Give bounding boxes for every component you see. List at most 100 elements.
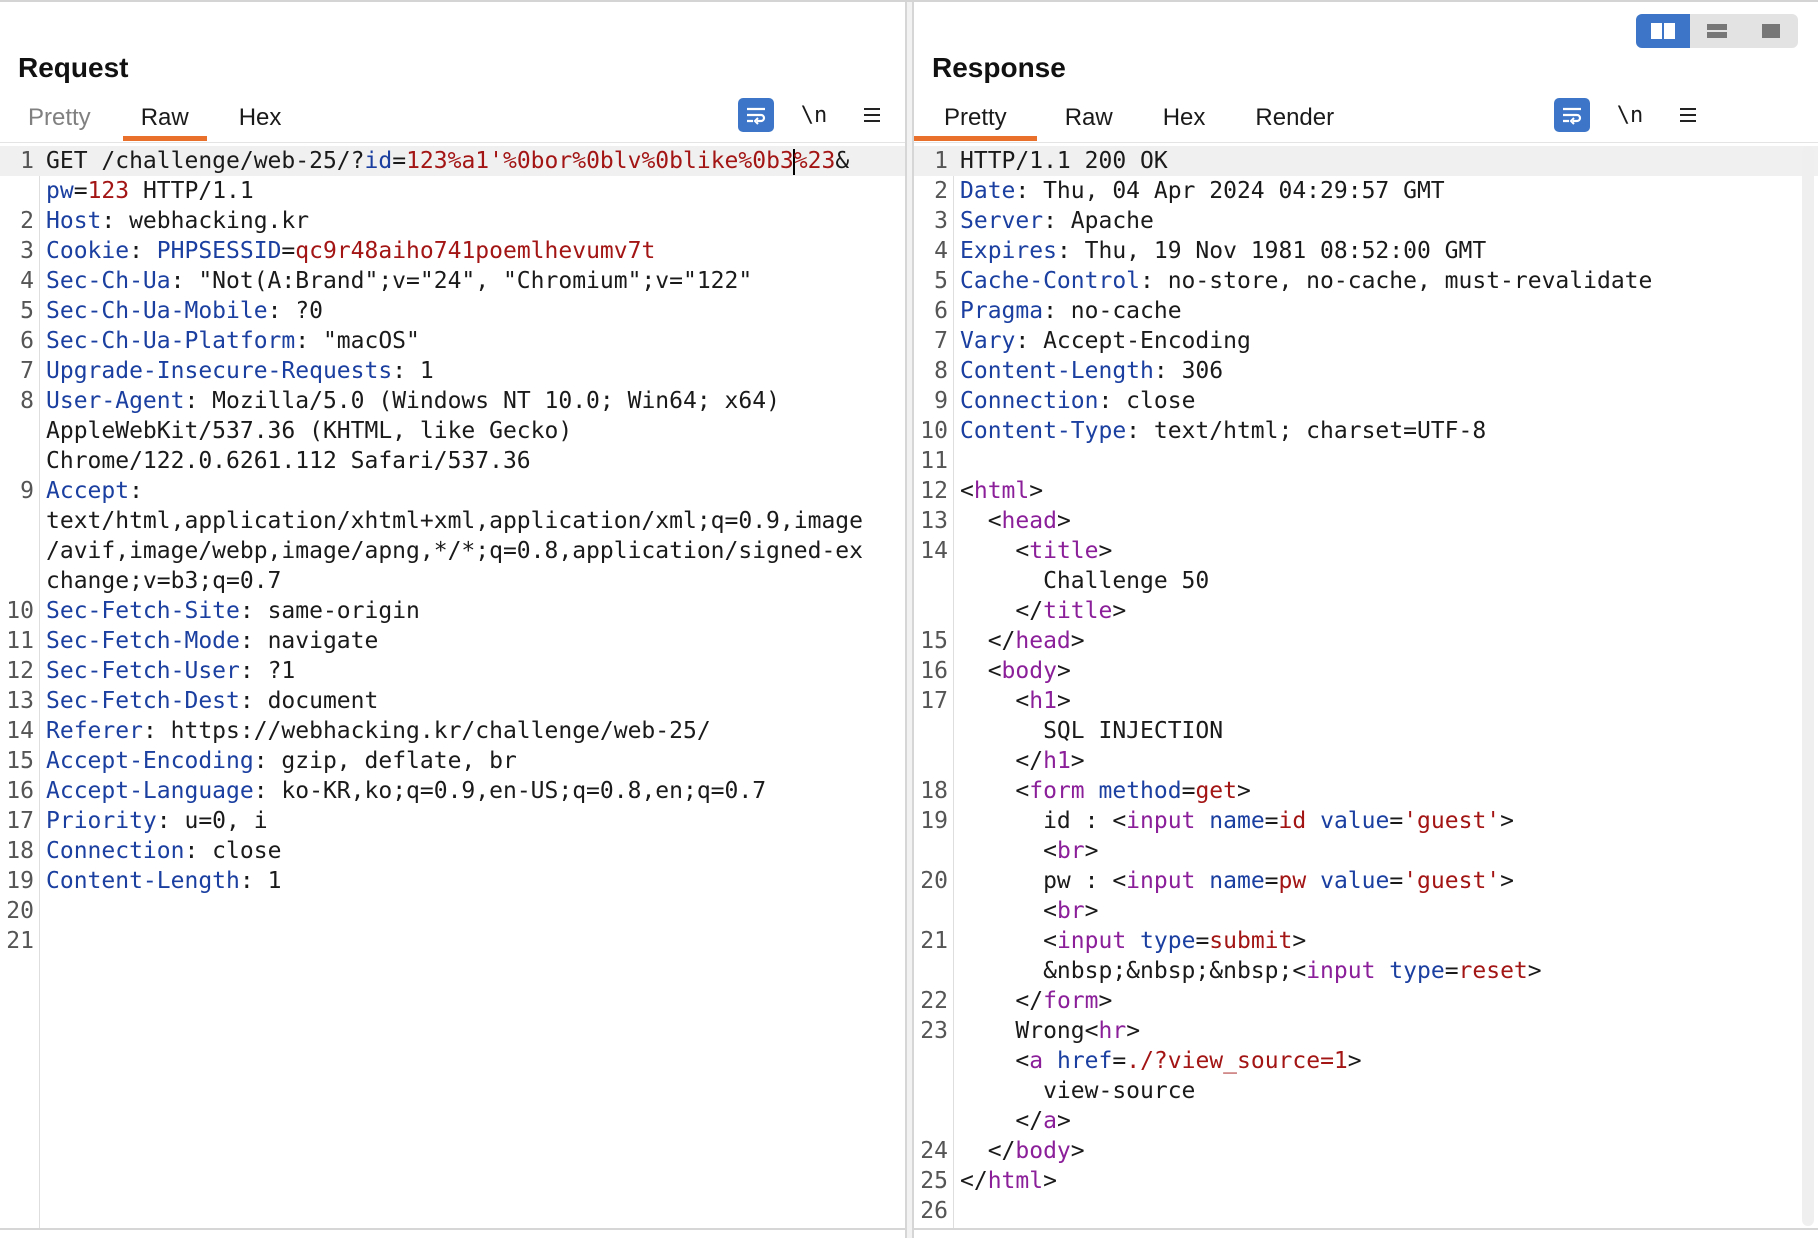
code-line[interactable]: 8 Content-Length: 306 [914,356,1818,386]
response-editor[interactable]: 1 HTTP/1.1 200 OK 2 Date: Thu, 04 Apr 2024 … [914,146,1818,1228]
code-line[interactable]: 25 </html> [914,1166,1818,1196]
show-newlines-button[interactable]: \n [796,98,832,132]
token-text: : gzip, deflate, br [253,748,517,774]
code-line[interactable]: text/html,application/xhtml+xml,applicat… [0,506,905,536]
code-line[interactable]: 11 Sec-Fetch-Mode: navigate [0,626,905,656]
code-line[interactable]: 13 Sec-Fetch-Dest: document [0,686,905,716]
token-text: </ [960,598,1044,624]
menu-icon[interactable] [854,98,890,132]
line-text: pw=123 HTTP/1.1 [46,176,254,206]
code-line[interactable]: 7 Vary: Accept-Encoding [914,326,1818,356]
code-line[interactable]: <br> [914,836,1818,866]
tab-raw[interactable]: Raw [1047,100,1131,138]
tabs-divider [914,142,1818,143]
code-line[interactable]: 19 id : <input name=id value='guest'> [914,806,1818,836]
tab-raw[interactable]: Raw [122,100,207,141]
code-line[interactable]: 4 Expires: Thu, 19 Nov 1981 08:52:00 GMT [914,236,1818,266]
code-line[interactable]: 17 Priority: u=0, i [0,806,905,836]
wrap-lines-icon[interactable] [1554,98,1590,132]
code-line[interactable]: 12 <html> [914,476,1818,506]
code-line[interactable]: 9 Accept: [0,476,905,506]
code-line[interactable]: 3 Server: Apache [914,206,1818,236]
line-number: 16 [920,658,948,684]
code-line[interactable]: 24 </body> [914,1136,1818,1166]
code-line[interactable]: 5 Cache-Control: no-store, no-cache, must… [914,266,1818,296]
code-line[interactable]: 7 Upgrade-Insecure-Requests: 1 [0,356,905,386]
tab-pretty[interactable]: Pretty [10,100,109,138]
code-line[interactable]: <a href=./?view_source=1> [914,1046,1818,1076]
code-line[interactable]: 16 <body> [914,656,1818,686]
code-line[interactable]: Chrome/122.0.6261.112 Safari/537.36 [0,446,905,476]
line-number: 13 [920,508,948,534]
code-line[interactable]: 12 Sec-Fetch-User: ?1 [0,656,905,686]
code-line[interactable]: 15 </head> [914,626,1818,656]
code-line[interactable]: 21 <input type=submit> [914,926,1818,956]
token-key: Server [960,208,1044,234]
code-line[interactable]: &nbsp;&nbsp;&nbsp;<input type=reset> [914,956,1818,986]
token-text: &nbsp;&nbsp;&nbsp;< [960,958,1307,984]
code-line[interactable]: 11 [914,446,1818,476]
code-line[interactable]: </h1> [914,746,1818,776]
code-line[interactable]: change;v=b3;q=0.7 [0,566,905,596]
code-line[interactable]: 15 Accept-Encoding: gzip, deflate, br [0,746,905,776]
token-tag: html [973,478,1030,504]
tab-pretty[interactable]: Pretty [914,100,1037,141]
code-line[interactable]: SQL INJECTION [914,716,1818,746]
code-line[interactable]: 17 <h1> [914,686,1818,716]
response-title: Response [932,52,1066,83]
code-line[interactable]: 2 Host: webhacking.kr [0,206,905,236]
code-line[interactable]: 18 <form method=get> [914,776,1818,806]
code-line[interactable]: 22 </form> [914,986,1818,1016]
code-line[interactable]: 19 Content-Length: 1 [0,866,905,896]
tab-render[interactable]: Render [1237,100,1352,138]
vertical-scrollbar[interactable] [1802,146,1814,1226]
line-text: HTTP/1.1 200 OK [960,146,1168,176]
show-newlines-button[interactable]: \n [1612,98,1648,132]
code-line[interactable]: 10 Content-Type: text/html; charset=UTF-8 [914,416,1818,446]
line-text: Pragma: no-cache [960,296,1182,326]
code-line[interactable]: </title> [914,596,1818,626]
code-line[interactable]: 9 Connection: close [914,386,1818,416]
code-line[interactable]: 6 Pragma: no-cache [914,296,1818,326]
code-line[interactable]: 20 pw : <input name=pw value='guest'> [914,866,1818,896]
code-line[interactable]: 4 Sec-Ch-Ua: "Not(A:Brand";v="24", "Chrom… [0,266,905,296]
code-line[interactable]: 16 Accept-Language: ko-KR,ko;q=0.9,en-US;… [0,776,905,806]
code-line[interactable]: 8 User-Agent: Mozilla/5.0 (Windows NT 10.… [0,386,905,416]
code-line[interactable]: <br> [914,896,1818,926]
code-line[interactable]: 13 <head> [914,506,1818,536]
code-line[interactable]: 10 Sec-Fetch-Site: same-origin [0,596,905,626]
code-line[interactable]: 14 <title> [914,536,1818,566]
code-line[interactable]: 18 Connection: close [0,836,905,866]
code-line[interactable]: 3 Cookie: PHPSESSID=qc9r48aiho741poemlhev… [0,236,905,266]
line-number: 4 [934,238,948,264]
code-line[interactable]: 1 GET /challenge/web-25/?id=123%a1'%0bor%… [0,146,905,176]
pane-splitter[interactable] [905,2,914,1238]
code-line[interactable]: 23 Wrong<hr> [914,1016,1818,1046]
code-line[interactable]: /avif,image/webp,image/apng,*/*;q=0.8,ap… [0,536,905,566]
code-line[interactable]: 14 Referer: https://webhacking.kr/challen… [0,716,905,746]
code-line[interactable]: 20 [0,896,905,926]
code-line[interactable]: 21 [0,926,905,956]
code-line[interactable]: pw=123 HTTP/1.1 [0,176,905,206]
menu-icon[interactable] [1670,98,1706,132]
token-text: </ [960,628,1016,654]
tab-hex[interactable]: Hex [1145,100,1224,138]
code-line[interactable]: 5 Sec-Ch-Ua-Mobile: ?0 [0,296,905,326]
token-value: pw [1278,868,1307,894]
line-number: 15 [920,628,948,654]
line-text: Challenge 50 [960,566,1209,596]
code-line[interactable]: AppleWebKit/537.36 (KHTML, like Gecko) [0,416,905,446]
wrap-lines-icon[interactable] [738,98,774,132]
token-text: > [1070,1138,1085,1164]
code-line[interactable]: 1 HTTP/1.1 200 OK [914,146,1818,176]
code-line[interactable]: 6 Sec-Ch-Ua-Platform: "macOS" [0,326,905,356]
code-line[interactable]: 26 [914,1196,1818,1226]
tab-hex[interactable]: Hex [221,100,300,138]
code-line[interactable]: </a> [914,1106,1818,1136]
request-editor[interactable]: 1 GET /challenge/web-25/?id=123%a1'%0bor%… [0,146,905,1228]
code-line[interactable]: view-source [914,1076,1818,1106]
code-line[interactable]: 2 Date: Thu, 04 Apr 2024 04:29:57 GMT [914,176,1818,206]
token-text: = [73,178,88,204]
code-line[interactable]: Challenge 50 [914,566,1818,596]
